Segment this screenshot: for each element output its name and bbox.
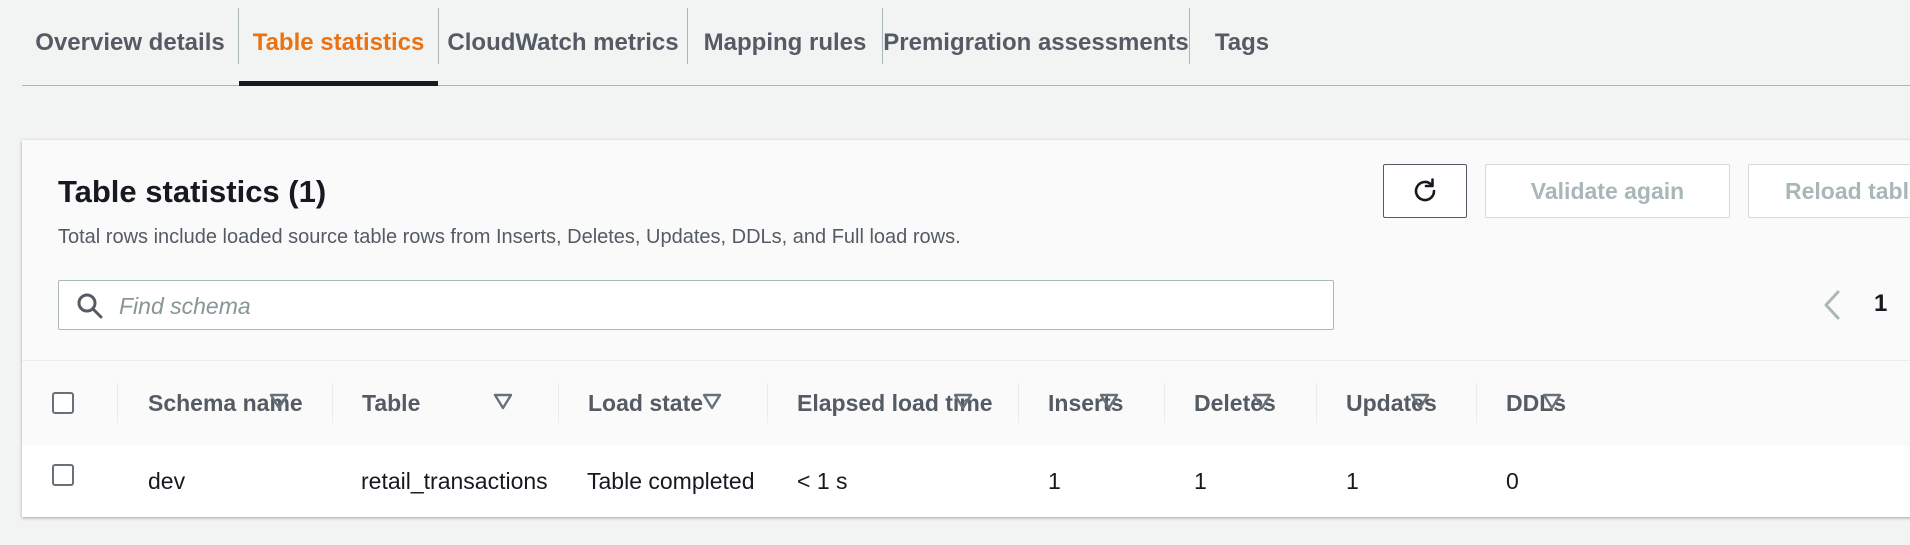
tab-cloudwatch-metrics[interactable]: CloudWatch metrics bbox=[439, 0, 687, 85]
column-divider bbox=[558, 383, 559, 423]
sort-icon[interactable] bbox=[1541, 391, 1563, 413]
tab-mapping-rules[interactable]: Mapping rules bbox=[688, 0, 882, 85]
panel-header: Table statistics (1) Total rows include … bbox=[22, 140, 1910, 360]
sort-icon[interactable] bbox=[1409, 391, 1431, 413]
reload-table-data-button[interactable]: Reload table data bbox=[1748, 164, 1910, 218]
table-row[interactable]: dev retail_transactions Table completed … bbox=[22, 446, 1910, 517]
select-all-checkbox[interactable] bbox=[52, 392, 74, 414]
cell-ddls: 0 bbox=[1506, 468, 1519, 494]
column-divider bbox=[1164, 383, 1165, 423]
cell-updates: 1 bbox=[1346, 468, 1359, 494]
cell-inserts: 1 bbox=[1048, 468, 1061, 494]
tab-label: Premigration assessments bbox=[883, 28, 1189, 56]
sort-icon[interactable] bbox=[268, 391, 290, 413]
tab-label: Overview details bbox=[35, 28, 225, 56]
active-tab-indicator bbox=[239, 81, 438, 86]
sort-icon[interactable] bbox=[952, 391, 974, 413]
cell-deletes: 1 bbox=[1194, 468, 1207, 494]
cell-table: retail_transactions bbox=[361, 468, 548, 494]
tab-label: Mapping rules bbox=[703, 28, 867, 56]
panel-title: Table statistics (1) bbox=[58, 174, 327, 209]
column-divider bbox=[767, 383, 768, 423]
column-divider bbox=[332, 383, 333, 423]
tab-bar: Overview details Table statistics CloudW… bbox=[22, 0, 1910, 86]
tab-premigration-assessments[interactable]: Premigration assessments bbox=[883, 0, 1189, 85]
search-box bbox=[58, 280, 1334, 331]
table-header: Schema name Table Load state Elapsed loa… bbox=[22, 360, 1910, 447]
column-header-table[interactable]: Table bbox=[362, 361, 420, 446]
tab-table-statistics[interactable]: Table statistics bbox=[239, 0, 438, 86]
table-statistics-panel: Table statistics (1) Total rows include … bbox=[22, 140, 1910, 517]
tab-label: Table statistics bbox=[252, 28, 425, 56]
find-schema-input[interactable] bbox=[117, 281, 1321, 331]
tab-label: CloudWatch metrics bbox=[447, 28, 679, 56]
search-icon bbox=[77, 293, 103, 319]
tab-label: Tags bbox=[1214, 28, 1270, 56]
column-divider bbox=[1018, 383, 1019, 423]
column-divider bbox=[117, 383, 118, 423]
current-page-number[interactable]: 1 bbox=[1874, 290, 1887, 318]
refresh-button[interactable] bbox=[1383, 164, 1467, 218]
column-divider bbox=[1476, 383, 1477, 423]
chevron-left-icon[interactable] bbox=[1818, 286, 1848, 324]
tab-overview-details[interactable]: Overview details bbox=[22, 0, 238, 85]
tab-tags[interactable]: Tags bbox=[1190, 0, 1294, 85]
sort-icon[interactable] bbox=[701, 391, 723, 413]
validate-again-button[interactable]: Validate again bbox=[1485, 164, 1730, 218]
cell-schema-name: dev bbox=[148, 468, 186, 494]
refresh-icon bbox=[1414, 178, 1436, 202]
sort-icon[interactable] bbox=[1251, 391, 1273, 413]
sort-icon[interactable] bbox=[1098, 391, 1120, 413]
panel-description: Total rows include loaded source table r… bbox=[58, 226, 961, 248]
row-select-checkbox[interactable] bbox=[52, 464, 74, 486]
column-header-load-state[interactable]: Load state bbox=[588, 361, 703, 446]
column-divider bbox=[1316, 383, 1317, 423]
sort-icon[interactable] bbox=[492, 391, 514, 413]
cell-elapsed-load-time: < 1 s bbox=[797, 468, 848, 494]
cell-load-state: Table completed bbox=[587, 468, 755, 494]
